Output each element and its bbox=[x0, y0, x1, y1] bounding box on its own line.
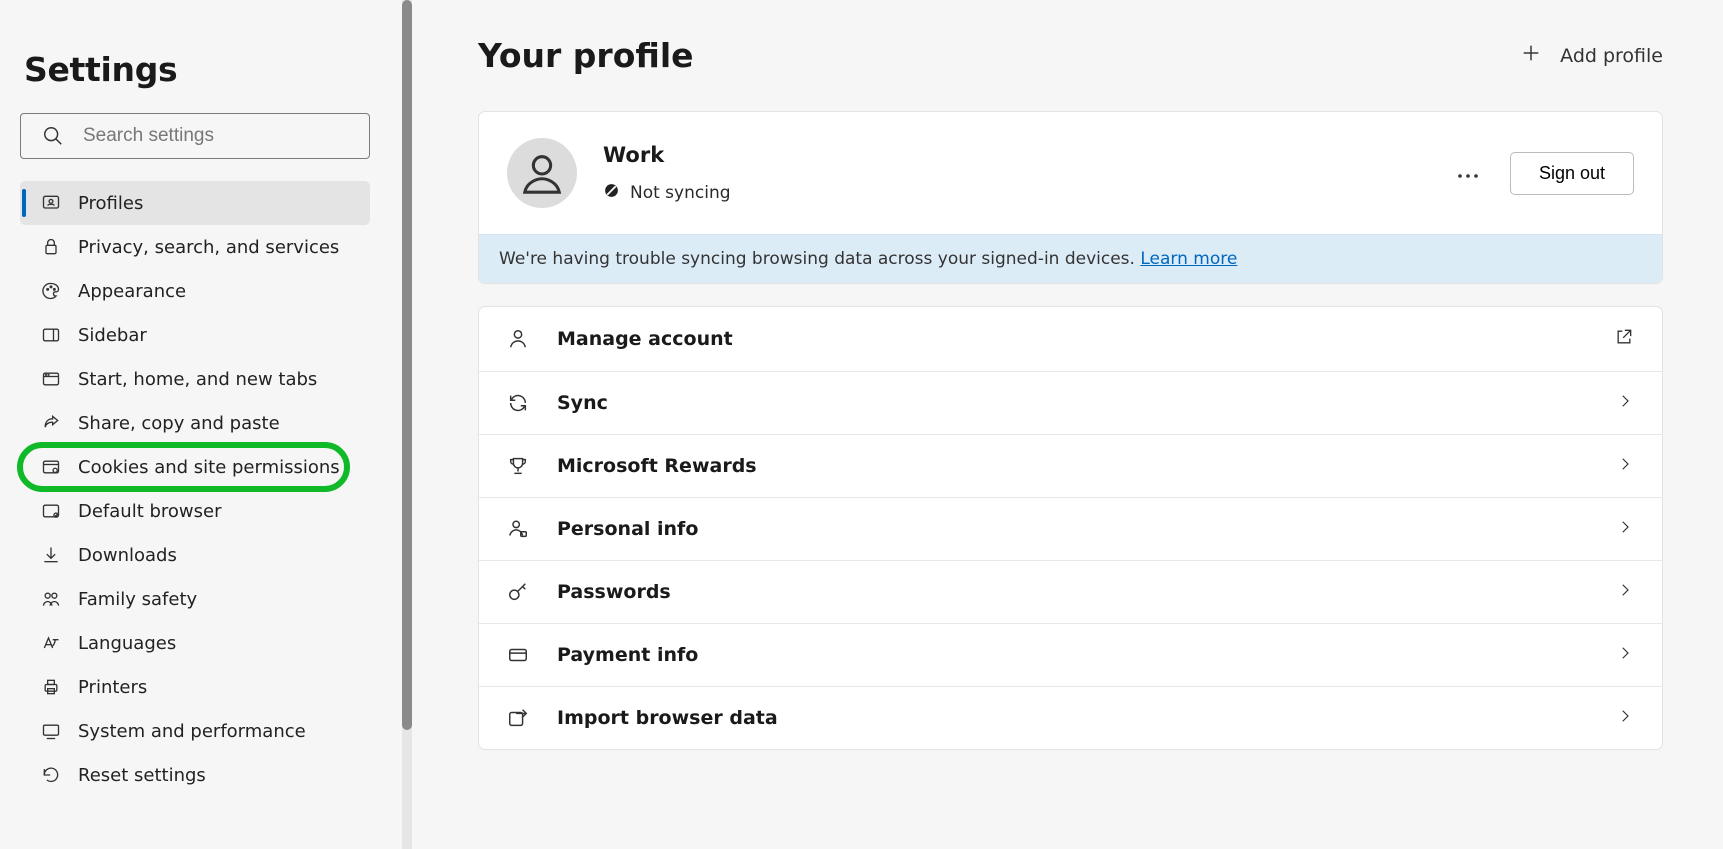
sidebar-item-privacy[interactable]: Privacy, search, and services bbox=[20, 225, 370, 269]
sync-status-text: Not syncing bbox=[630, 183, 731, 203]
chevron-right-icon bbox=[1616, 455, 1634, 477]
sidebar-item-label: Cookies and site permissions bbox=[78, 457, 340, 478]
settings-nav: Profiles Privacy, search, and services A… bbox=[20, 181, 392, 797]
list-item-sync[interactable]: Sync bbox=[479, 371, 1662, 434]
family-icon bbox=[40, 588, 62, 610]
sync-notice: We're having trouble syncing browsing da… bbox=[479, 234, 1662, 283]
sidebar-item-label: Profiles bbox=[78, 193, 143, 214]
sync-status-row: Not syncing bbox=[603, 182, 731, 204]
chevron-right-icon bbox=[1616, 392, 1634, 414]
sidebar-item-label: Start, home, and new tabs bbox=[78, 369, 317, 390]
sidebar-item-label: Appearance bbox=[78, 281, 186, 302]
sidebar-item-label: Downloads bbox=[78, 545, 177, 566]
sidebar-item-start[interactable]: Start, home, and new tabs bbox=[20, 357, 370, 401]
profile-summary: Work Not syncing Sign out bbox=[479, 112, 1662, 234]
lock-icon bbox=[40, 236, 62, 258]
list-item-label: Manage account bbox=[557, 328, 733, 350]
profile-actions: Sign out bbox=[1456, 152, 1634, 195]
sidebar-icon bbox=[40, 324, 62, 346]
sidebar-item-label: Default browser bbox=[78, 501, 222, 522]
sidebar-item-profiles[interactable]: Profiles bbox=[20, 181, 370, 225]
share-icon bbox=[40, 412, 62, 434]
sidebar-item-system[interactable]: System and performance bbox=[20, 709, 370, 753]
printer-icon bbox=[40, 676, 62, 698]
card-icon bbox=[507, 644, 529, 666]
settings-sidebar: Settings Profiles Privacy, search, and s… bbox=[0, 0, 412, 849]
reset-icon bbox=[40, 764, 62, 786]
import-icon bbox=[507, 707, 529, 729]
sidebar-item-share[interactable]: Share, copy and paste bbox=[20, 401, 370, 445]
list-item-label: Import browser data bbox=[557, 707, 778, 729]
profile-name: Work bbox=[603, 143, 731, 167]
sidebar-item-appearance[interactable]: Appearance bbox=[20, 269, 370, 313]
list-item-label: Microsoft Rewards bbox=[557, 455, 757, 477]
chevron-right-icon bbox=[1616, 581, 1634, 603]
external-link-icon bbox=[1614, 327, 1634, 351]
sidebar-item-label: Family safety bbox=[78, 589, 197, 610]
sign-out-button[interactable]: Sign out bbox=[1510, 152, 1634, 195]
sidebar-item-sidebar[interactable]: Sidebar bbox=[20, 313, 370, 357]
chevron-right-icon bbox=[1616, 644, 1634, 666]
main-content: Your profile Add profile Work Not syncin… bbox=[412, 0, 1723, 849]
key-icon bbox=[507, 581, 529, 603]
list-item-label: Payment info bbox=[557, 644, 698, 666]
more-dots-button[interactable] bbox=[1456, 161, 1480, 186]
sidebar-item-downloads[interactable]: Downloads bbox=[20, 533, 370, 577]
languages-icon bbox=[40, 632, 62, 654]
cookies-icon bbox=[40, 456, 62, 478]
download-icon bbox=[40, 544, 62, 566]
sidebar-scrollbar-track bbox=[402, 0, 412, 849]
list-item-label: Sync bbox=[557, 392, 608, 414]
settings-title: Settings bbox=[24, 50, 392, 89]
start-icon bbox=[40, 368, 62, 390]
list-item-rewards[interactable]: Microsoft Rewards bbox=[479, 434, 1662, 497]
sidebar-item-default-browser[interactable]: Default browser bbox=[20, 489, 370, 533]
plus-icon bbox=[1520, 42, 1542, 69]
sidebar-item-label: Privacy, search, and services bbox=[78, 237, 339, 258]
list-item-payment[interactable]: Payment info bbox=[479, 623, 1662, 686]
sidebar-item-family[interactable]: Family safety bbox=[20, 577, 370, 621]
browser-icon bbox=[40, 500, 62, 522]
chevron-right-icon bbox=[1616, 518, 1634, 540]
avatar bbox=[507, 138, 577, 208]
sidebar-scrollbar-thumb[interactable] bbox=[402, 0, 412, 730]
list-item-label: Passwords bbox=[557, 581, 671, 603]
personal-info-icon bbox=[507, 518, 529, 540]
search-icon bbox=[42, 125, 64, 151]
page-title: Your profile bbox=[478, 36, 694, 75]
person-icon bbox=[507, 328, 529, 350]
sidebar-item-cookies[interactable]: Cookies and site permissions bbox=[20, 445, 347, 489]
search-wrap bbox=[20, 113, 392, 159]
profiles-icon bbox=[40, 192, 62, 214]
sidebar-item-label: System and performance bbox=[78, 721, 306, 742]
list-item-manage-account[interactable]: Manage account bbox=[479, 307, 1662, 371]
add-profile-label: Add profile bbox=[1560, 45, 1663, 67]
chevron-right-icon bbox=[1616, 707, 1634, 729]
sidebar-item-languages[interactable]: Languages bbox=[20, 621, 370, 665]
profile-header: Your profile Add profile bbox=[478, 36, 1663, 75]
sidebar-item-label: Printers bbox=[78, 677, 147, 698]
sidebar-item-label: Languages bbox=[78, 633, 176, 654]
sidebar-item-label: Reset settings bbox=[78, 765, 206, 786]
sync-icon bbox=[507, 392, 529, 414]
system-icon bbox=[40, 720, 62, 742]
appearance-icon bbox=[40, 280, 62, 302]
sidebar-item-label: Share, copy and paste bbox=[78, 413, 280, 434]
profile-card: Work Not syncing Sign out We're having t… bbox=[478, 111, 1663, 284]
sidebar-item-label: Sidebar bbox=[78, 325, 147, 346]
sidebar-item-reset[interactable]: Reset settings bbox=[20, 753, 370, 797]
list-item-personal-info[interactable]: Personal info bbox=[479, 497, 1662, 560]
learn-more-link[interactable]: Learn more bbox=[1140, 249, 1237, 269]
add-profile-button[interactable]: Add profile bbox=[1520, 42, 1663, 69]
profile-options-list: Manage account Sync Microsoft Rewards Pe… bbox=[478, 306, 1663, 750]
sync-off-icon bbox=[603, 182, 620, 204]
list-item-label: Personal info bbox=[557, 518, 698, 540]
list-item-import[interactable]: Import browser data bbox=[479, 686, 1662, 749]
notice-text: We're having trouble syncing browsing da… bbox=[499, 249, 1140, 269]
trophy-icon bbox=[507, 455, 529, 477]
sidebar-item-printers[interactable]: Printers bbox=[20, 665, 370, 709]
list-item-passwords[interactable]: Passwords bbox=[479, 560, 1662, 623]
profile-info: Work Not syncing bbox=[603, 143, 731, 204]
search-input[interactable] bbox=[20, 113, 370, 159]
